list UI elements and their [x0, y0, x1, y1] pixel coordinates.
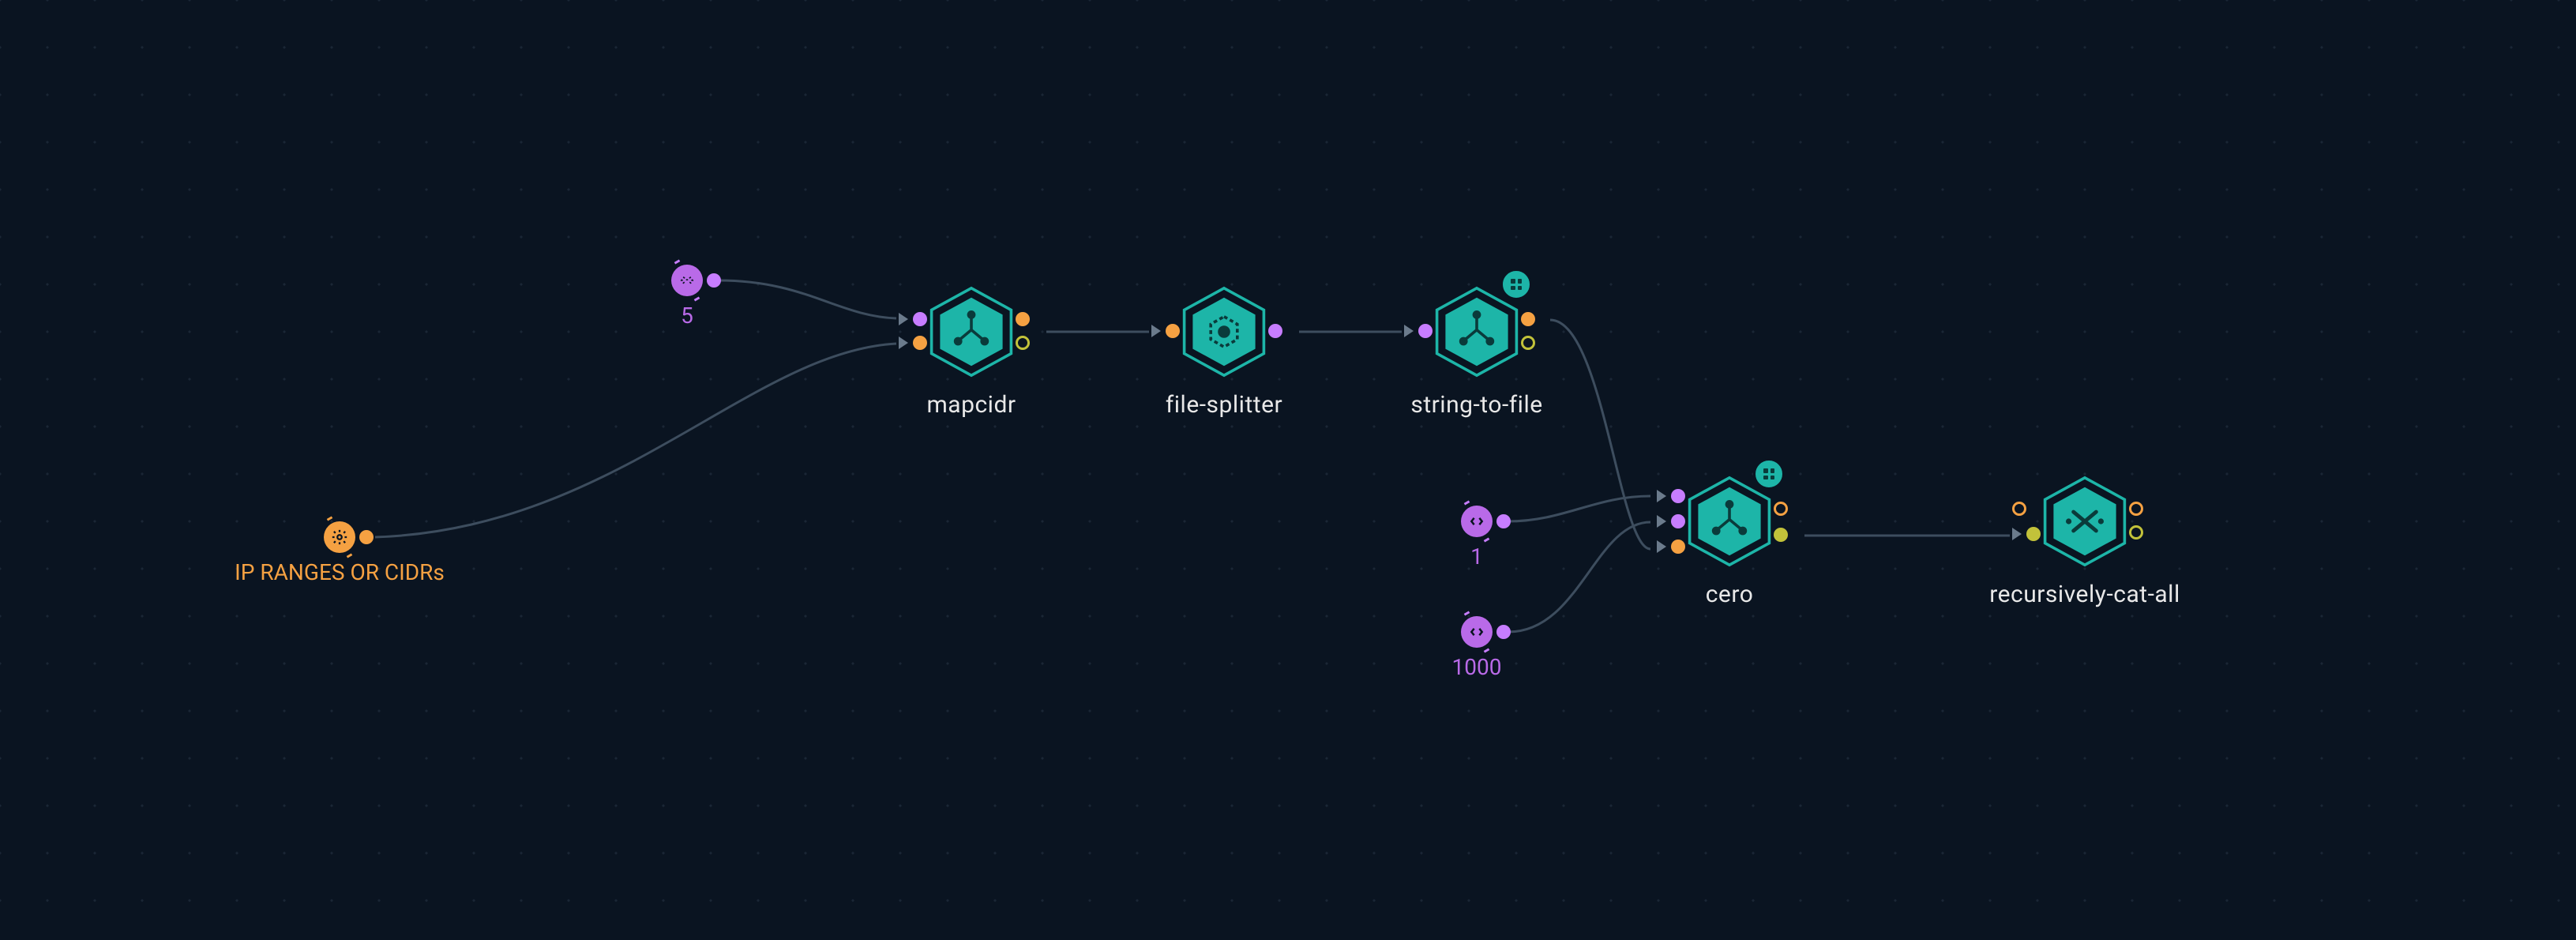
hexagon-icon [924, 284, 1019, 379]
output-port[interactable] [1268, 324, 1282, 338]
param-label: 1000 [1452, 654, 1502, 680]
settings-icon [324, 521, 355, 553]
node-file-splitter[interactable]: file-splitter [1177, 284, 1271, 379]
code-icon [671, 265, 703, 296]
output-port[interactable] [1496, 625, 1511, 639]
node-label: recursively-cat-all [1989, 581, 2180, 608]
output-port[interactable] [1016, 336, 1030, 350]
input-arrow-icon [1657, 490, 1666, 502]
node-recursively-cat-all[interactable]: recursively-cat-all [2037, 474, 2132, 569]
hexagon-icon [1177, 284, 1271, 379]
output-port[interactable] [1496, 514, 1511, 528]
output-port[interactable] [1521, 312, 1535, 326]
input-arrow-icon [899, 313, 908, 325]
node-mapcidr[interactable]: mapcidr [924, 284, 1019, 379]
param-one[interactable]: 1 [1461, 506, 1493, 537]
input-port[interactable] [1418, 324, 1433, 338]
param-label: 5 [681, 303, 693, 329]
output-port[interactable] [2129, 502, 2143, 516]
output-port[interactable] [359, 530, 374, 544]
code-icon [1461, 506, 1493, 537]
input-arrow-icon [1657, 515, 1666, 528]
output-port[interactable] [2129, 525, 2143, 540]
output-port[interactable] [1016, 312, 1030, 326]
param-label: IP RANGES OR CIDRs [235, 559, 445, 585]
param-thousand[interactable]: 1000 [1461, 616, 1493, 648]
input-arrow-icon [899, 337, 908, 349]
node-label: cero [1706, 581, 1754, 608]
param-five[interactable]: 5 [671, 265, 703, 296]
input-arrow-icon [1657, 540, 1666, 553]
hexagon-icon [1429, 284, 1524, 379]
node-label: file-splitter [1166, 391, 1282, 419]
input-port[interactable] [913, 336, 927, 350]
input-port[interactable] [2026, 527, 2041, 541]
param-label: 1 [1470, 543, 1483, 570]
hexagon-icon [1682, 474, 1777, 569]
output-port[interactable] [1774, 528, 1788, 542]
node-cero[interactable]: cero [1682, 474, 1777, 569]
output-port[interactable] [1521, 336, 1535, 350]
input-port[interactable] [913, 312, 927, 326]
input-arrow-icon [1151, 325, 1161, 337]
edge-layer [0, 0, 2576, 940]
output-port[interactable] [707, 273, 721, 288]
output-port[interactable] [1774, 502, 1788, 516]
input-port[interactable] [1166, 324, 1180, 338]
input-port[interactable] [1671, 489, 1685, 503]
node-label: string-to-file [1410, 391, 1542, 419]
input-arrow-icon [1404, 325, 1414, 337]
node-label: mapcidr [926, 391, 1016, 419]
input-arrow-icon [2012, 528, 2022, 540]
grid-badge-icon [1500, 269, 1532, 300]
input-port[interactable] [1671, 514, 1685, 528]
code-icon [1461, 616, 1493, 648]
grid-badge-icon [1753, 458, 1785, 490]
hexagon-icon [2037, 474, 2132, 569]
node-string-to-file[interactable]: string-to-file [1429, 284, 1524, 379]
param-ip-ranges[interactable]: IP RANGES OR CIDRs [324, 521, 355, 553]
input-port[interactable] [2012, 502, 2026, 516]
input-port[interactable] [1671, 540, 1685, 554]
